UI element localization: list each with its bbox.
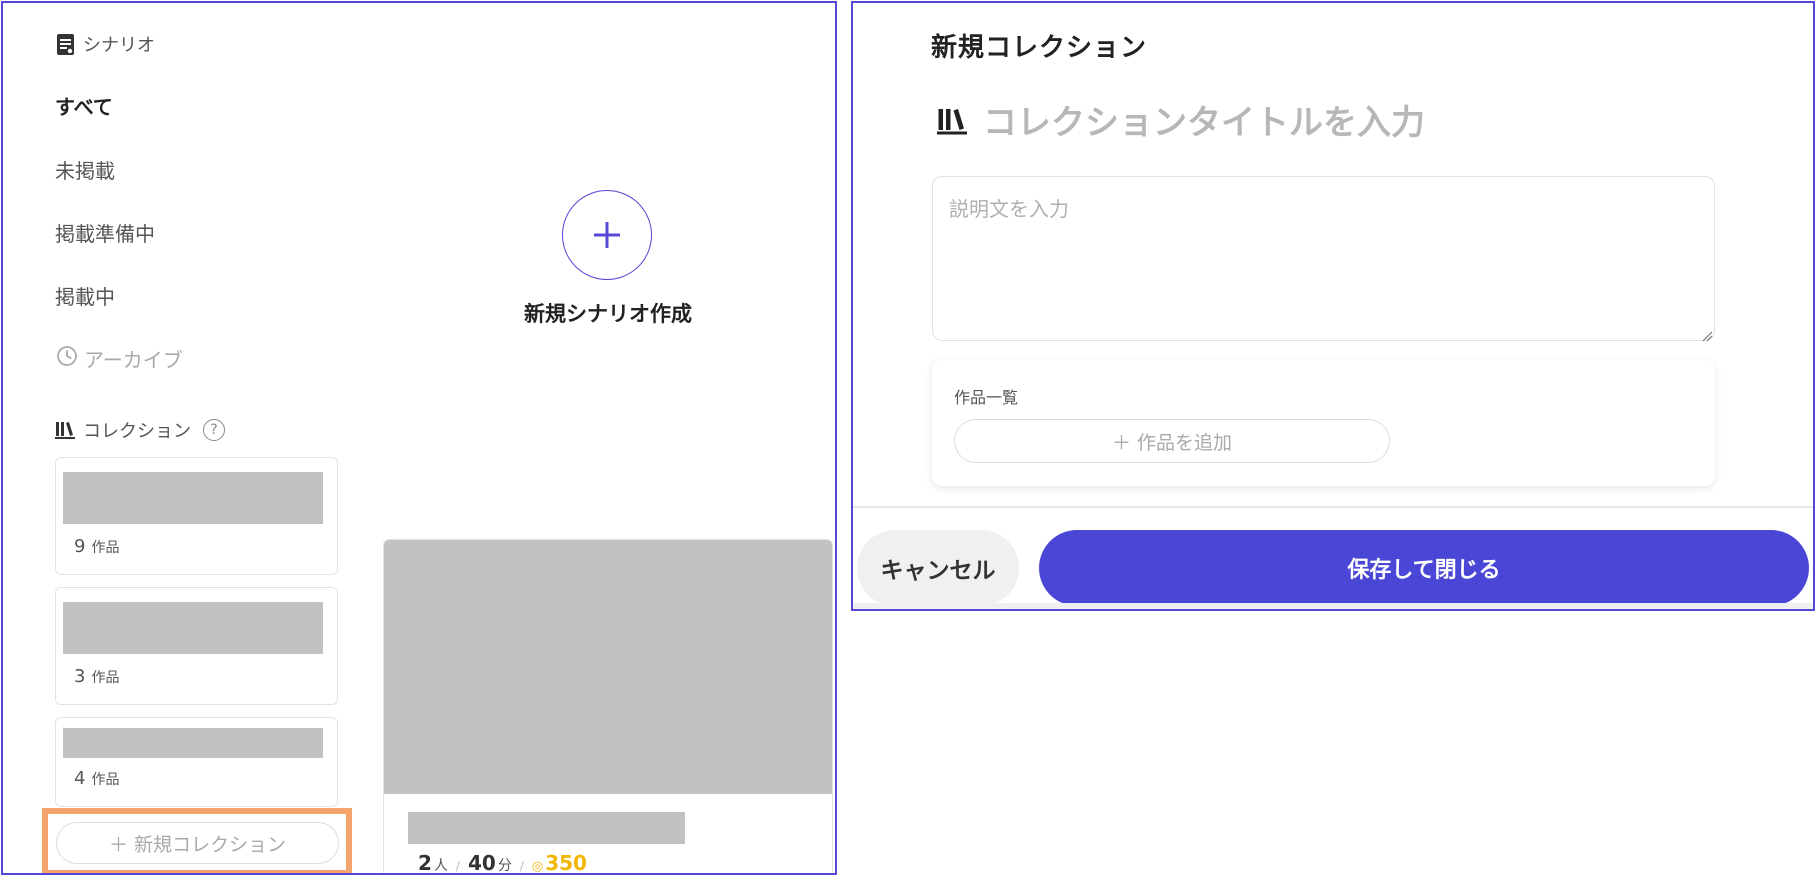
redacted-title [408,812,685,844]
nav-item-all[interactable]: すべて [55,91,113,120]
sidebar: シナリオ すべて 未掲載 掲載準備中 掲載中 アーカイブ コレクション ? 9 … [3,3,363,873]
scenario-card[interactable]: 2人 / 40 分 / ◎ 350 [383,539,833,875]
clock-icon [56,345,78,372]
scenario-heading-label: シナリオ [83,35,155,56]
archive-label: アーカイブ [84,348,183,372]
description-textarea[interactable] [932,176,1715,341]
new-collection-modal: 新規コレクション 作品一覧 ＋ 作品を追加 キャンセル 保存して閉じる [851,1,1815,611]
collection-count: 9 作品 [74,536,120,557]
works-list-label: 作品一覧 [954,388,1019,407]
nav-item-published[interactable]: 掲載中 [55,281,115,310]
scenario-thumbnail [384,540,832,794]
footer-strip [853,603,1813,609]
resize-handle-icon[interactable] [1701,327,1713,342]
cancel-button[interactable]: キャンセル [857,530,1019,606]
nav-item-unpublished[interactable]: 未掲載 [55,155,115,184]
nav-item-preparing[interactable]: 掲載準備中 [55,218,155,247]
price: ◎ 350 [531,851,587,875]
plus-icon [592,210,622,261]
redacted-title [63,728,323,758]
works-list-section: 作品一覧 ＋ 作品を追加 [932,360,1715,486]
redacted-title [63,602,323,654]
collection-title-row [937,103,1543,143]
screenshot-canvas: シナリオ すべて 未掲載 掲載準備中 掲載中 アーカイブ コレクション ? 9 … [0,0,1815,876]
collection-card[interactable]: 3 作品 [55,587,338,705]
books-icon [55,420,75,440]
modal-title: 新規コレクション [931,33,1148,63]
add-work-button[interactable]: ＋ 作品を追加 [954,419,1390,463]
player-count: 2人 [418,851,448,875]
collection-count: 3 作品 [74,666,120,687]
nav-item-archive[interactable]: アーカイブ [56,344,183,373]
add-work-label: 作品を追加 [1137,431,1233,454]
new-collection-button[interactable]: ＋ 新規コレクション [56,822,339,864]
books-icon [937,106,967,140]
save-and-close-button[interactable]: 保存して閉じる [1039,530,1809,606]
collection-count: 4 作品 [74,768,120,789]
collection-heading-label: コレクション [83,421,191,442]
collection-card[interactable]: 9 作品 [55,457,338,575]
collection-card[interactable]: 4 作品 [55,717,338,807]
plus-icon: ＋ [108,833,128,856]
document-icon [55,33,75,55]
collection-section-heading: コレクション ? [55,417,225,443]
scenario-section-heading: シナリオ [55,31,155,57]
scenario-list-panel: シナリオ すべて 未掲載 掲載準備中 掲載中 アーカイブ コレクション ? 9 … [1,1,837,875]
create-scenario-label: 新規シナリオ作成 [524,302,692,326]
plus-icon: ＋ [1111,431,1131,454]
redacted-title [63,472,323,524]
scenario-meta: 2人 / 40 分 / ◎ 350 [418,851,587,875]
coin-icon: ◎ [531,859,544,874]
footer-divider [853,506,1813,508]
new-collection-label: 新規コレクション [134,833,287,856]
new-collection-highlight: ＋ 新規コレクション [42,808,352,873]
collection-title-input[interactable] [983,103,1543,143]
separator: / [519,859,524,873]
play-duration: 40 分 [467,851,512,875]
help-icon[interactable]: ? [203,419,225,441]
separator: / [455,859,460,873]
create-scenario-button[interactable] [562,190,652,280]
